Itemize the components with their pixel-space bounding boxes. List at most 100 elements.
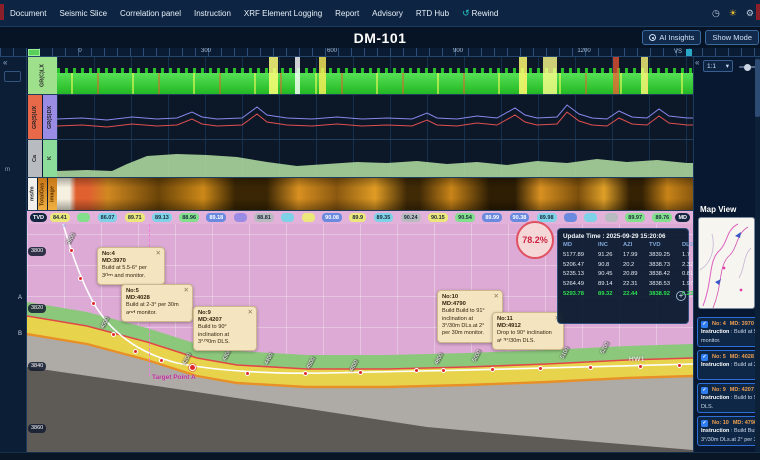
map-view-thumbnail[interactable] — [698, 217, 755, 309]
close-icon[interactable]: ✕ — [494, 293, 499, 301]
tvd-pill: 89.13 — [152, 213, 172, 222]
callout-no: No:5 — [126, 288, 182, 295]
close-icon[interactable]: ✕ — [156, 250, 161, 258]
tvd-pill: 89.76 — [652, 213, 672, 222]
callout-text: Build at 2-3° per 30m and monitor. — [126, 302, 182, 317]
tvd-pill: 89.9 — [349, 213, 366, 222]
callout-no: No:11 — [497, 316, 553, 323]
checkbox-checked-icon[interactable]: ✓ — [701, 321, 708, 328]
callout-md: MD:4912 — [497, 323, 553, 330]
callout-md: MD:3970 — [102, 258, 154, 265]
ai-insights-button[interactable]: AI Insights — [642, 30, 701, 45]
survey-station-dot — [538, 366, 543, 371]
callout-no: No:9 — [198, 310, 246, 317]
survey-station-dot — [303, 371, 308, 376]
track-gr-spectral[interactable]: GR(C)LX — [27, 57, 693, 95]
track2-plot[interactable] — [57, 95, 693, 139]
close-icon[interactable]: ✕ — [184, 287, 189, 295]
checkbox-checked-icon[interactable]: ✓ — [701, 420, 708, 427]
ruler-slider-handle[interactable] — [28, 49, 40, 56]
menu-item[interactable]: Document — [10, 9, 46, 18]
survey-cell: 5206.47 — [563, 263, 596, 269]
track1-plot[interactable] — [57, 57, 693, 94]
tvd-pill: 84.41 — [50, 213, 70, 222]
gr-fill — [57, 73, 693, 94]
chevron-down-icon: ▾ — [726, 62, 729, 70]
md-ruler-label[interactable]: MD — [675, 213, 690, 222]
card-header-row: ✓No: 4MD: 3970 — [701, 320, 758, 328]
title-bar: DM-101 AI Insights Show Mode — [0, 27, 760, 48]
menu-item[interactable]: Seismic Slice — [59, 9, 107, 18]
update-time-label: Update Time : — [563, 233, 605, 240]
track-gr-curves[interactable]: GR(S)UX GR(S)DX — [27, 95, 693, 140]
expand-plus-icon[interactable]: + — [676, 291, 686, 301]
depth-unit-label: m — [5, 167, 10, 173]
checkbox-checked-icon[interactable]: ✓ — [701, 387, 708, 394]
card-no: No: 9 — [712, 386, 726, 394]
card-header-row: ✓No: 10MD: 4790 — [701, 419, 758, 427]
show-mode-button[interactable]: Show Mode — [705, 30, 759, 45]
survey-cell: 20.89 — [623, 272, 647, 278]
depth-label: 3860 — [28, 424, 46, 433]
settings-gear-icon[interactable]: ⚙ — [746, 8, 754, 19]
instruction-card[interactable]: ✓No: 9MD: 4207Instruction : Build to 90°… — [697, 383, 758, 413]
track3-label-b[interactable]: K — [42, 140, 57, 177]
track-elements[interactable]: Ca K — [27, 140, 693, 178]
collapse-right-icon[interactable]: « — [695, 58, 699, 67]
callout-header: No:9MD:4207 — [198, 310, 246, 324]
menu-item[interactable]: Correlation panel — [120, 9, 181, 18]
menu-item[interactable]: Instruction — [194, 9, 231, 18]
tvd-pill — [77, 213, 90, 222]
track3-plot[interactable] — [57, 140, 693, 177]
menu-item-rewind[interactable]: ↺ Rewind — [462, 9, 498, 18]
menu-item[interactable]: XRF Element Logging — [244, 9, 322, 18]
survey-station-dot — [133, 349, 138, 354]
track4-label-b[interactable]: TotalGas — [37, 178, 47, 210]
confidence-percent-badge[interactable]: 78.2% — [516, 221, 554, 259]
ruler-tick-label: 1200 — [577, 48, 590, 54]
survey-update-panel[interactable]: Update Time : 2025-09-29 15:20:06 MDINCA… — [557, 228, 689, 324]
tvd-value-ruler: TVD 84.4186.0789.7189.1388.9689.1888.819… — [27, 211, 693, 224]
sidebar-scrollbar[interactable] — [755, 57, 760, 452]
tvd-pill: 86.07 — [98, 213, 118, 222]
checkbox-checked-icon[interactable]: ✓ — [701, 354, 708, 361]
instruction-callout[interactable]: No:11MD:4912✕Drop to 90° inclination at … — [492, 312, 564, 350]
history-icon[interactable]: ◷ — [712, 8, 720, 19]
track2-label-a[interactable]: GR(S)UX — [27, 95, 42, 139]
card-md: MD: 3970 — [730, 320, 754, 328]
instruction-card[interactable]: ✓No: 10MD: 4790Instruction : Build Build… — [697, 416, 758, 446]
track4-plot[interactable] — [57, 178, 693, 210]
track3-label-a[interactable]: Ca — [27, 140, 42, 177]
survey-row: 5293.7889.3222.443838.920.23 — [563, 292, 683, 298]
close-icon[interactable]: ✕ — [248, 309, 253, 317]
zoom-slider[interactable] — [739, 66, 756, 68]
card-md: MD: 4207 — [730, 386, 754, 394]
track1-label[interactable]: GR(C)LX — [27, 57, 57, 94]
track2-label-b[interactable]: GR(S)DX — [42, 95, 57, 139]
instruction-callout[interactable]: No:5MD:4028✕Build at 2-3° per 30m and mo… — [121, 284, 193, 322]
track4-label-c[interactable]: image — [47, 178, 57, 210]
scale-ratio-select[interactable]: 1:1 ▾ — [703, 60, 733, 72]
tvd-pill: 88.96 — [179, 213, 199, 222]
instruction-callout[interactable]: No:4MD:3970✕Build at 5.5-6° per 30m and … — [97, 247, 165, 285]
instruction-callout[interactable]: No:9MD:4207✕Build to 90° inclination at … — [193, 306, 257, 351]
well-title: DM-101 — [354, 30, 407, 46]
theme-sun-icon[interactable]: ☀ — [729, 8, 737, 19]
instruction-card[interactable]: ✓No: 5MD: 4028Instruction : Build at 2-3… — [697, 350, 758, 380]
menu-item[interactable]: Report — [335, 9, 359, 18]
menu-item[interactable]: RTD Hub — [416, 9, 449, 18]
track-image-log[interactable]: msfm TotalGas image — [27, 178, 693, 211]
scrollbar-thumb[interactable] — [755, 59, 760, 117]
callout-no: No:4 — [102, 251, 154, 258]
menu-item[interactable]: Advisory — [372, 9, 403, 18]
callout-header: No:11MD:4912 — [497, 316, 553, 330]
instruction-card[interactable]: ✓No: 4MD: 3970Instruction : Build at 5.5… — [697, 317, 758, 347]
collapse-left-icon[interactable]: « — [3, 58, 7, 67]
tvd-ruler-label[interactable]: TVD — [30, 213, 47, 222]
horizontal-scale-ruler[interactable]: 03006009001200 VS — [0, 48, 760, 57]
zoom-slider-handle[interactable] — [744, 64, 751, 71]
survey-cell: 89.14 — [598, 282, 621, 288]
callout-no: No:10 — [442, 294, 492, 301]
tvd-pill: 90.08 — [322, 213, 342, 222]
track4-label-a[interactable]: msfm — [27, 178, 37, 210]
